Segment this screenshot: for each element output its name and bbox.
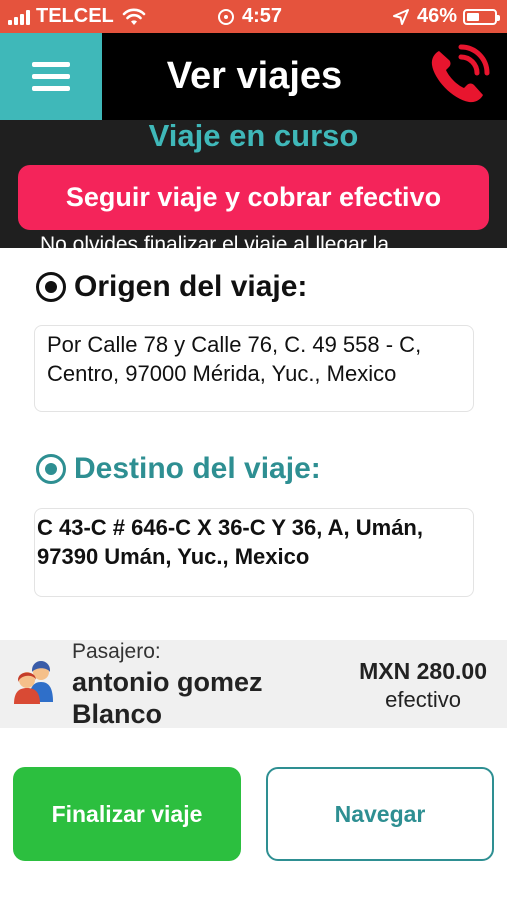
status-center: 4:57: [218, 5, 282, 28]
destination-address: C 43-C # 646-C X 36-C Y 36, A, Umán, 973…: [34, 508, 474, 597]
menu-button[interactable]: [0, 33, 102, 120]
wifi-icon: [122, 8, 146, 25]
origin-address: Por Calle 78 y Calle 76, C. 49 558 - C, …: [34, 325, 474, 412]
payment-method: efectivo: [385, 687, 461, 712]
fare-amount: MXN 280.00: [359, 658, 487, 684]
app-header: Ver viajes: [0, 33, 507, 120]
destination-radio-icon: [36, 454, 66, 484]
passengers-icon: [14, 661, 53, 704]
carrier-name: TELCEL: [36, 5, 114, 27]
status-bar: TELCEL 4:57 46%: [0, 0, 507, 33]
alarm-icon: [218, 8, 234, 25]
hamburger-menu-icon: [32, 62, 70, 67]
destination-heading: Destino del viaje:: [36, 452, 321, 486]
passenger-label: Pasajero:: [72, 640, 161, 663]
passenger-bar: Pasajero: antonio gomez Blanco MXN 280.0…: [0, 640, 507, 729]
origin-label: Origen del viaje:: [74, 270, 308, 303]
battery-icon: [463, 8, 500, 25]
status-time: 4:57: [242, 5, 283, 27]
origin-radio-icon: [36, 272, 66, 302]
phone-call-icon[interactable]: [425, 43, 491, 109]
trip-banner: Viaje en curso Seguir viaje y cobrar efe…: [0, 120, 507, 248]
trip-status-title: Viaje en curso: [148, 120, 359, 153]
signal-icon: [8, 9, 30, 25]
passenger-name: antonio gomez Blanco: [72, 667, 263, 729]
destination-label: Destino del viaje:: [74, 452, 321, 485]
status-left: TELCEL: [8, 5, 146, 28]
follow-trip-button[interactable]: Seguir viaje y cobrar efectivo: [18, 165, 489, 230]
finish-trip-button[interactable]: Finalizar viaje: [13, 767, 241, 861]
location-arrow-icon: [392, 8, 409, 25]
status-right: 46%: [392, 5, 500, 28]
origin-heading: Origen del viaje:: [36, 270, 307, 304]
navigate-button[interactable]: Navegar: [266, 767, 494, 861]
trip-note: No olvides finalizar el viaje al llegar …: [40, 233, 390, 248]
battery-percent: 46%: [416, 5, 457, 27]
page-title: Ver viajes: [166, 55, 343, 97]
battery-fill: [467, 12, 479, 21]
